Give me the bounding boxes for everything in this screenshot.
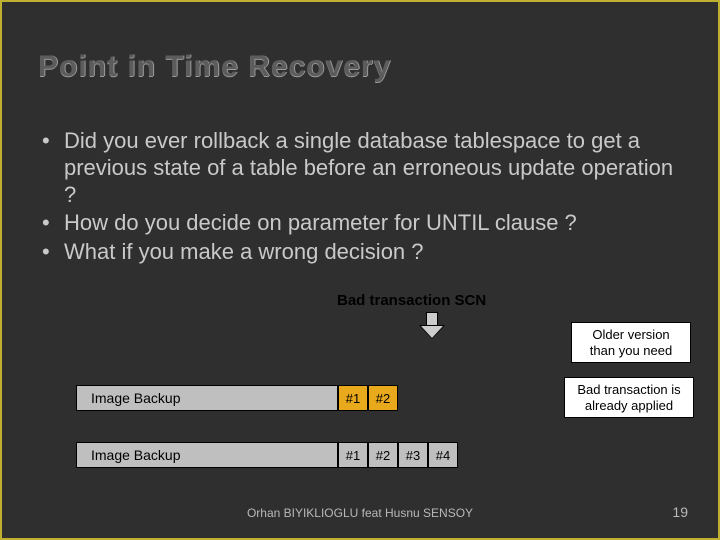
bullet-item: How do you decide on parameter for UNTIL… (38, 210, 678, 237)
callout-already-applied: Bad transaction is already applied (564, 377, 694, 418)
down-arrow-icon (420, 312, 444, 340)
page-number: 19 (672, 504, 688, 520)
page-title: Point in Time Recovery (38, 50, 391, 84)
image-backup-bar: Image Backup (76, 442, 338, 468)
log-segment: #3 (398, 442, 428, 468)
image-backup-bar: Image Backup (76, 385, 338, 411)
log-segment: #2 (368, 385, 398, 411)
log-segment: #1 (338, 385, 368, 411)
callout-older-version: Older version than you need (571, 322, 691, 363)
bullet-item: Did you ever rollback a single database … (38, 128, 678, 208)
log-segment: #2 (368, 442, 398, 468)
bad-transaction-label: Bad transaction SCN (337, 292, 486, 309)
log-segment: #1 (338, 442, 368, 468)
backup-row-1: Image Backup #1 #2 (76, 385, 398, 411)
bullet-list: Did you ever rollback a single database … (38, 128, 678, 268)
bullet-item: What if you make a wrong decision ? (38, 239, 678, 266)
log-segment: #4 (428, 442, 458, 468)
footer-credit: Orhan BIYIKLIOGLU feat Husnu SENSOY (2, 506, 718, 520)
backup-row-2: Image Backup #1 #2 #3 #4 (76, 442, 458, 468)
slide: Point in Time Recovery Did you ever roll… (0, 0, 720, 540)
